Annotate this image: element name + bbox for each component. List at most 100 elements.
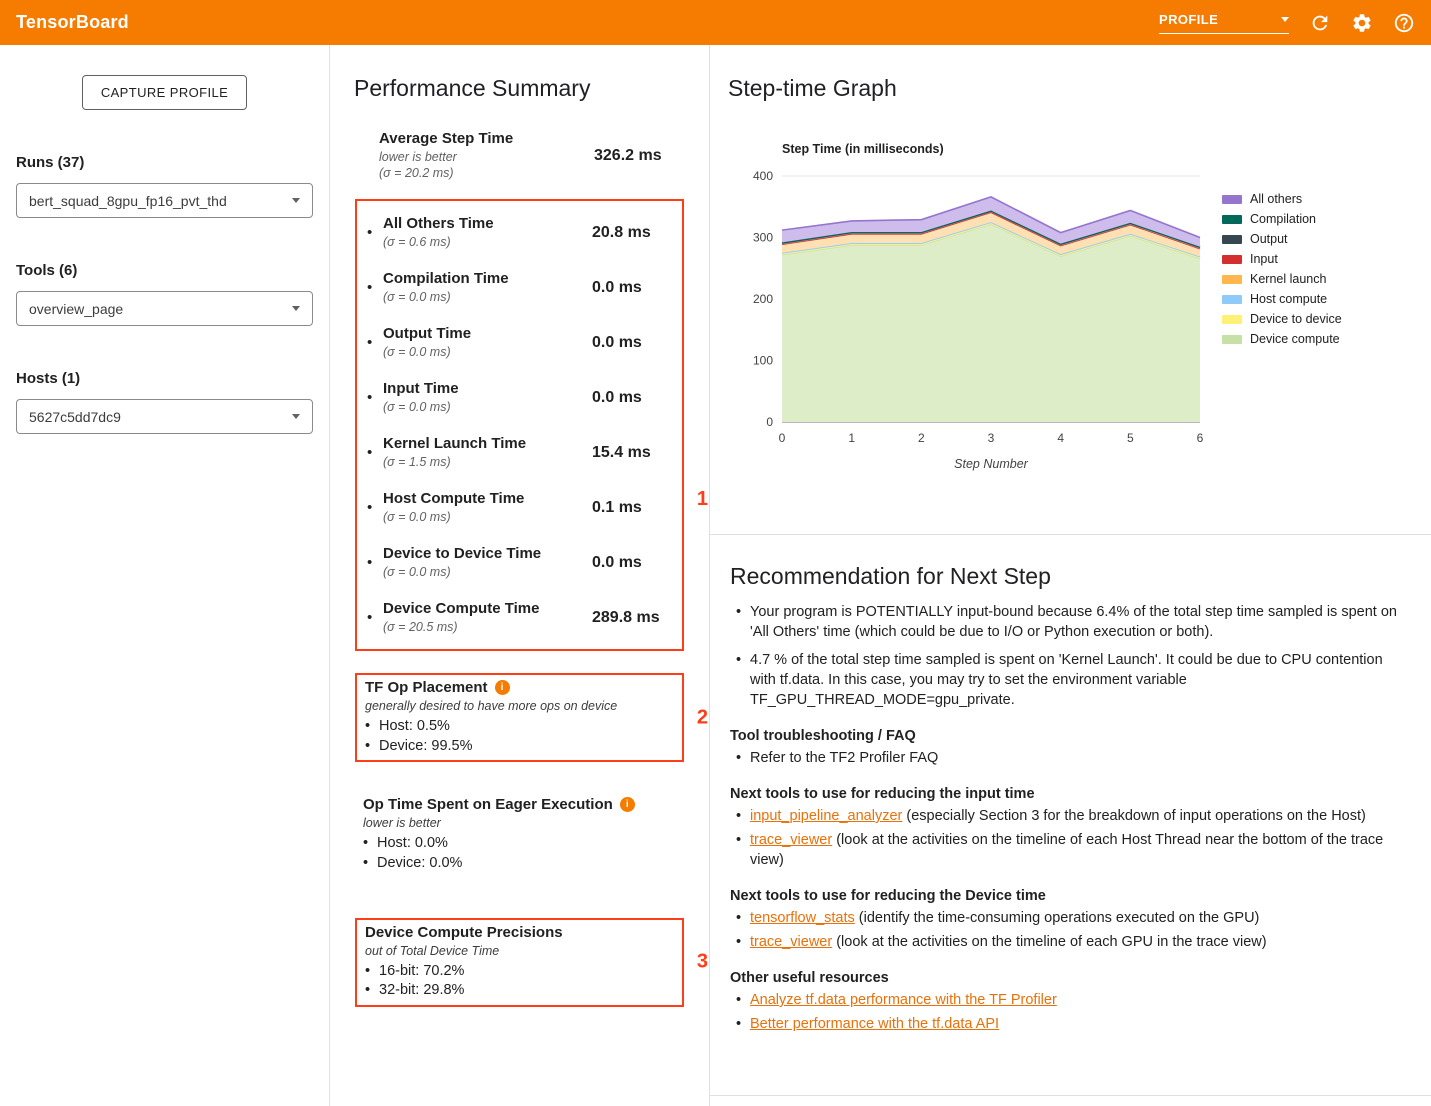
metric-value: 0.0 ms [592, 279, 672, 297]
chart-title: Step Time (in milliseconds) [782, 142, 1208, 156]
legend-label: All others [1250, 192, 1302, 206]
metric-sigma: (σ = 0.0 ms) [383, 344, 592, 360]
recommendation-bullet: 4.7 % of the total step time sampled is … [730, 650, 1405, 710]
svg-text:6: 6 [1197, 431, 1204, 445]
legend-swatch [1222, 295, 1242, 304]
dashboard-select[interactable]: PROFILE [1159, 12, 1289, 34]
legend-item: Compilation [1222, 212, 1342, 226]
trace-viewer-link[interactable]: trace_viewer [750, 934, 832, 950]
svg-text:1: 1 [848, 431, 855, 445]
bullet-dot [367, 609, 383, 626]
metric-row: Host Compute Time (σ = 0.0 ms) 0.1 ms [365, 480, 674, 535]
metric-value: 15.4 ms [592, 444, 672, 462]
eager-execution-title: Op Time Spent on Eager Execution [363, 796, 613, 813]
metric-label: Input Time [383, 380, 592, 399]
section-heading-input-tools: Next tools to use for reducing the input… [730, 786, 1405, 802]
legend-label: Host compute [1250, 292, 1327, 306]
legend-item: Device to device [1222, 312, 1342, 326]
metric-row: Output Time (σ = 0.0 ms) 0.0 ms [365, 315, 674, 370]
metric-sigma: (σ = 1.5 ms) [383, 454, 592, 470]
bullet-dot [367, 389, 383, 406]
metric-sigma: (σ = 20.5 ms) [383, 619, 592, 635]
section-heading-resources: Other useful resources [730, 970, 1405, 986]
annotation-number-3: 3 [697, 951, 708, 974]
annotation-box-2: TF Op Placement generally desired to hav… [355, 673, 684, 762]
precision-32bit-stat: 32-bit: 29.8% [365, 981, 674, 1001]
metric-row: Kernel Launch Time (σ = 1.5 ms) 15.4 ms [365, 425, 674, 480]
device-precisions-title: Device Compute Precisions [365, 924, 563, 941]
hosts-select[interactable]: 5627c5dd7dc9 [16, 399, 313, 434]
list-item: Analyze tf.data performance with the TF … [730, 990, 1405, 1010]
runs-select-value: bert_squad_8gpu_fp16_pvt_thd [29, 193, 227, 209]
bullet-dot [367, 499, 383, 516]
svg-text:400: 400 [753, 169, 773, 183]
refresh-icon[interactable] [1309, 12, 1331, 34]
metric-sigma: (σ = 0.6 ms) [383, 234, 592, 250]
legend-label: Output [1250, 232, 1288, 246]
svg-text:2: 2 [918, 431, 925, 445]
metric-value: 20.8 ms [592, 224, 672, 242]
step-time-chart[interactable]: 01002003004000123456Step Number [728, 162, 1208, 472]
metric-row: Device Compute Time (σ = 20.5 ms) 289.8 … [365, 590, 674, 645]
svg-text:0: 0 [766, 415, 773, 429]
info-icon[interactable] [620, 797, 635, 812]
list-item: trace_viewer (look at the activities on … [730, 932, 1405, 952]
performance-summary-panel: Performance Summary Average Step Time lo… [330, 45, 710, 1106]
help-icon[interactable] [1393, 12, 1415, 34]
recommendation-bullet: Your program is POTENTIALLY input-bound … [730, 602, 1405, 642]
metric-sigma: (σ = 20.2 ms) [379, 165, 594, 181]
svg-text:3: 3 [988, 431, 995, 445]
metric-label: Kernel Launch Time [383, 435, 592, 454]
legend-swatch [1222, 235, 1242, 244]
tfdata-api-link[interactable]: Better performance with the tf.data API [750, 1016, 999, 1032]
app-title: TensorBoard [16, 12, 129, 33]
trace-viewer-link[interactable]: trace_viewer [750, 832, 832, 848]
metric-value: 0.0 ms [592, 389, 672, 407]
annotation-box-3: Device Compute Precisions out of Total D… [355, 918, 684, 1007]
metric-value: 326.2 ms [594, 147, 674, 165]
metric-sigma: (σ = 0.0 ms) [383, 399, 592, 415]
eager-device-stat: Device: 0.0% [363, 854, 676, 874]
metric-label: Device Compute Time [383, 600, 592, 619]
tensorflow-stats-link[interactable]: tensorflow_stats [750, 910, 855, 926]
legend-label: Input [1250, 252, 1278, 266]
metric-sigma: (σ = 0.0 ms) [383, 509, 592, 525]
device-precisions-note: out of Total Device Time [365, 944, 674, 958]
section-heading-device-tools: Next tools to use for reducing the Devic… [730, 888, 1405, 904]
legend-item: Input [1222, 252, 1342, 266]
metric-value: 0.0 ms [592, 334, 672, 352]
metric-sigma: (σ = 0.0 ms) [383, 564, 592, 580]
capture-profile-button[interactable]: CAPTURE PROFILE [82, 75, 247, 110]
chevron-down-icon [292, 306, 300, 311]
step-time-graph-title: Step-time Graph [728, 75, 1411, 102]
metric-value: 0.0 ms [592, 554, 672, 572]
chart-legend: All others Compilation Output Input Kernel l… [1222, 192, 1342, 472]
annotation-number-2: 2 [697, 706, 708, 729]
runs-select[interactable]: bert_squad_8gpu_fp16_pvt_thd [16, 183, 313, 218]
legend-label: Compilation [1250, 212, 1316, 226]
tf-op-placement-title: TF Op Placement [365, 679, 488, 696]
section-heading-faq: Tool troubleshooting / FAQ [730, 728, 1405, 744]
runs-label: Runs (37) [16, 154, 313, 171]
recommendation-title: Recommendation for Next Step [730, 563, 1405, 590]
legend-swatch [1222, 335, 1242, 344]
legend-swatch [1222, 195, 1242, 204]
info-icon[interactable] [495, 680, 510, 695]
metric-note: lower is better [379, 149, 594, 165]
tools-select[interactable]: overview_page [16, 291, 313, 326]
settings-gear-icon[interactable] [1351, 12, 1373, 34]
tfdata-performance-link[interactable]: Analyze tf.data performance with the TF … [750, 992, 1057, 1008]
bullet-dot [367, 224, 383, 241]
legend-item: Kernel launch [1222, 272, 1342, 286]
metric-value: 0.1 ms [592, 499, 672, 517]
tf-op-host-stat: Host: 0.5% [365, 717, 674, 737]
annotation-number-1: 1 [697, 488, 708, 511]
metric-label: Output Time [383, 325, 592, 344]
eager-execution-note: lower is better [363, 816, 676, 830]
metric-label: Average Step Time [379, 130, 594, 149]
svg-text:300: 300 [753, 231, 773, 245]
tf-op-placement-note: generally desired to have more ops on de… [365, 699, 674, 713]
bullet-dot [367, 334, 383, 351]
bullet-dot [367, 279, 383, 296]
input-pipeline-analyzer-link[interactable]: input_pipeline_analyzer [750, 808, 902, 824]
